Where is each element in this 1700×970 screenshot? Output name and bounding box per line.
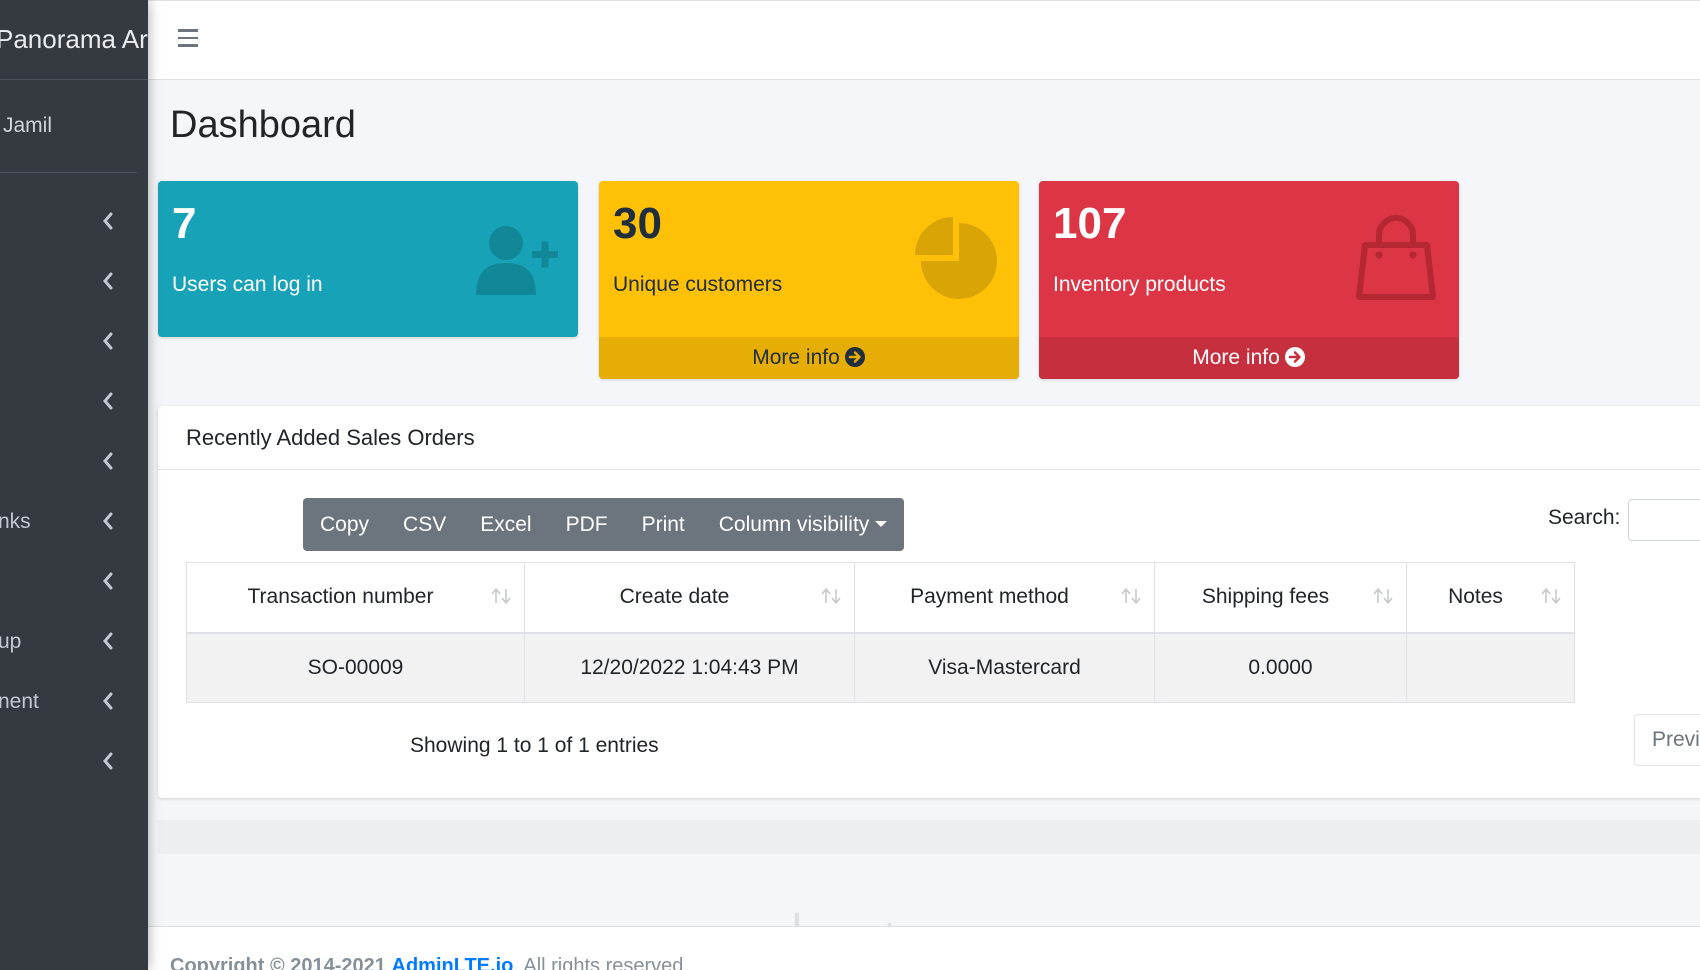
table-row[interactable]: SO-00009 12/20/2022 1:04:43 PM Visa-Mast… [186,632,1575,703]
user-plus-icon [476,226,558,295]
stat-box-customers: 30 Unique customers More info [599,181,1019,379]
column-header-label: Transaction number [247,585,434,609]
chevron-left-icon [103,512,113,530]
stat-label: Unique customers [613,273,783,296]
brand-link[interactable]: Panorama Art [0,0,148,80]
previous-page-button[interactable]: Previous [1634,714,1700,766]
cell-transaction-number: SO-00009 [186,632,525,703]
export-button-group: Copy CSV Excel PDF Print Column visibili… [303,498,905,551]
more-info-link[interactable]: More info [1039,337,1459,379]
content-divider [158,820,1700,854]
sidebar: Panorama Art Jamil nks up nent [0,0,148,970]
search-label: Search: [1548,506,1621,529]
print-button[interactable]: Print [642,513,685,537]
shopping-bag-icon [1356,215,1436,300]
sidebar-item-links[interactable]: nks [0,492,148,552]
csv-button[interactable]: CSV [403,513,446,537]
stat-value: 107 [1053,199,1127,248]
column-header-label: Notes [1448,585,1503,609]
column-header-notes[interactable]: Notes [1406,562,1575,634]
caret-down-icon [875,520,888,527]
sidebar-item-5[interactable] [0,432,148,492]
excel-button[interactable]: Excel [480,513,531,537]
pdf-button[interactable]: PDF [566,513,608,537]
card-header: Recently Added Sales Orders [158,406,1700,470]
column-header-transaction-number[interactable]: Transaction number [186,562,525,634]
sort-icon [821,587,841,605]
sales-orders-card: Recently Added Sales Orders Copy CSV Exc… [158,406,1700,798]
stat-value: 7 [172,199,197,248]
sidebar-item-10[interactable] [0,732,148,792]
page-title: Dashboard [170,104,356,146]
column-visibility-button[interactable]: Column visibility [719,513,888,537]
column-header-shipping-fees[interactable]: Shipping fees [1154,562,1407,634]
card-title: Recently Added Sales Orders [186,425,475,450]
sidebar-item-7[interactable] [0,552,148,612]
chevron-left-icon [103,392,113,410]
sidebar-item-4[interactable] [0,372,148,432]
cell-shipping-fees: 0.0000 [1154,632,1407,703]
sidebar-item-3[interactable] [0,312,148,372]
column-header-label: Payment method [910,585,1069,609]
chevron-left-icon [103,212,113,230]
arrow-circle-right-icon [844,347,865,367]
pie-chart-icon [915,217,997,299]
copy-button[interactable]: Copy [320,513,369,537]
stat-box-inventory: 107 Inventory products More info [1039,181,1459,379]
main-footer: Copyright © 2014-2021 AdminLTE.io. All r… [148,926,1700,970]
chevron-left-icon [103,752,113,770]
column-header-label: Create date [619,585,730,609]
hamburger-icon[interactable] [178,29,198,49]
top-navbar [148,0,1700,80]
cell-payment-method: Visa-Mastercard [854,632,1155,703]
copyright-suffix: . All rights reserved. [513,955,689,970]
chevron-left-icon [103,272,113,290]
sidebar-item-setup[interactable]: up [0,612,148,672]
sidebar-item-2[interactable] [0,252,148,312]
sort-icon [491,587,511,605]
brand-text: Panorama Art [0,24,148,54]
stat-box-users: 7 Users can log in [158,181,578,337]
chevron-left-icon [103,452,113,470]
column-header-create-date[interactable]: Create date [524,562,855,634]
sidebar-item-label: up [0,630,22,653]
table-info: Showing 1 to 1 of 1 entries [410,734,659,757]
column-header-payment-method[interactable]: Payment method [854,562,1155,634]
cell-notes [1406,632,1575,703]
stat-label: Inventory products [1053,273,1226,296]
copyright-text: Copyright © 2014-2021 AdminLTE.io. All r… [170,955,689,970]
search-input[interactable] [1628,499,1700,541]
sort-icon [1373,587,1393,605]
sidebar-item-label: nent [0,690,39,713]
chevron-left-icon [103,632,113,650]
chevron-left-icon [103,332,113,350]
chevron-left-icon [103,572,113,590]
cell-create-date: 12/20/2022 1:04:43 PM [524,632,855,703]
column-header-label: Shipping fees [1201,585,1330,609]
sidebar-item-label: nks [0,510,31,533]
user-name: Jamil [3,114,53,137]
adminlte-link[interactable]: AdminLTE.io [392,955,514,970]
arrow-circle-right-icon [1284,347,1305,367]
sort-icon [1121,587,1141,605]
user-panel[interactable]: Jamil [0,80,137,173]
chevron-left-icon [103,692,113,710]
sidebar-item-management[interactable]: nent [0,672,148,732]
sidebar-item-1[interactable] [0,192,148,252]
stat-value: 30 [613,199,662,248]
copyright-prefix: Copyright © 2014-2021 [170,955,386,970]
sort-icon [1541,587,1561,605]
more-info-label: More info [752,346,840,369]
stat-label: Users can log in [172,273,323,296]
more-info-link[interactable]: More info [599,337,1019,379]
column-visibility-label: Column visibility [718,512,870,536]
table-header-row: Transaction number Create date Payment m… [186,562,1575,634]
orders-table: Transaction number Create date Payment m… [186,562,1575,703]
more-info-label: More info [1192,346,1280,369]
